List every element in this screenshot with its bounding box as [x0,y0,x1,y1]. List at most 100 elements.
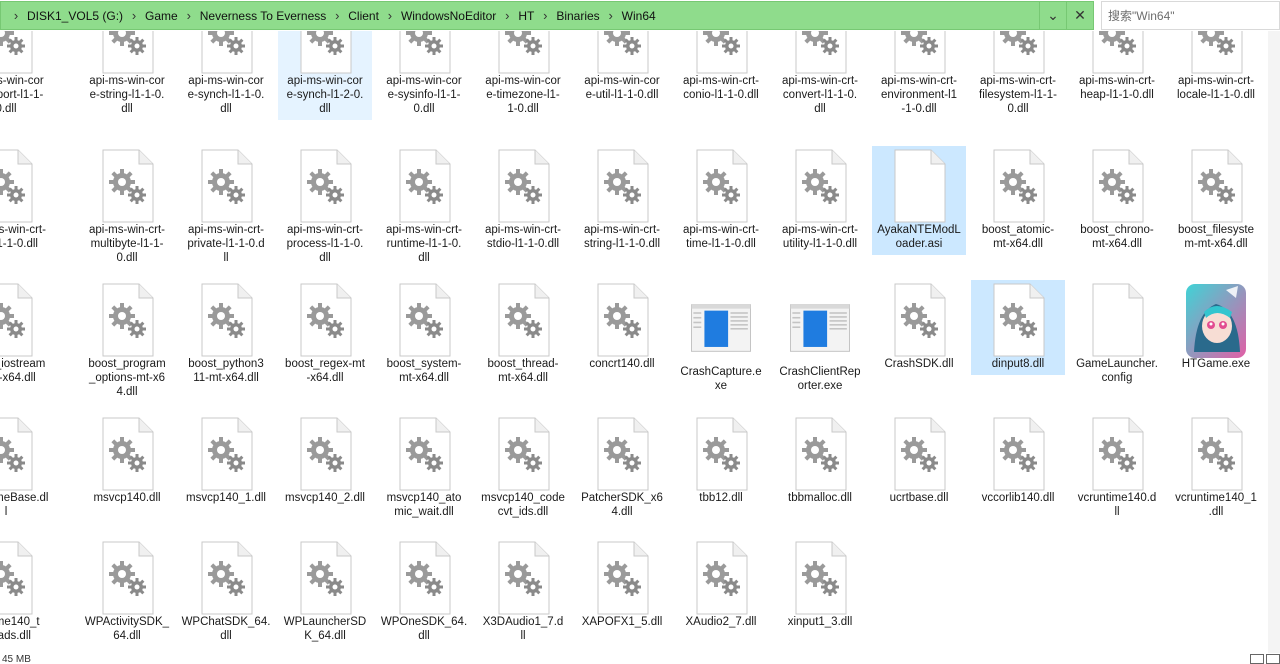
file-name: api-ms-win-cor e-sysinfo-l1-1- 0.dll [386,75,462,115]
file-item[interactable]: vccorlib140.dll [971,414,1065,509]
dll-file-icon [988,148,1048,224]
breadcrumb-label: HT [518,8,535,23]
file-item[interactable]: runtime140_t hreads.dll [0,538,53,647]
details-view-icon[interactable] [1250,654,1264,664]
breadcrumb-item[interactable]: HT [516,9,536,23]
dll-file-icon [790,540,850,616]
file-item[interactable]: boost_python3 11-mt-x64.dll [179,280,273,389]
chevron-right-icon[interactable]: › [602,8,620,23]
search-input[interactable] [1108,8,1279,23]
file-name: concrt140.dll [589,358,655,370]
dll-file-icon [592,282,652,358]
file-item[interactable]: api-ms-win-cor rtlsupport-l1-1- 0.dll [0,31,53,120]
chevron-right-icon[interactable]: › [125,8,143,23]
file-item[interactable]: vcruntime140.d ll [1070,414,1164,523]
file-item[interactable]: api-ms-win-crt- locale-l1-1-0.dll [1169,31,1263,106]
file-item[interactable]: concrt140.dll [575,280,669,375]
file-item[interactable]: api-ms-win-crt- string-l1-1-0.dll [575,146,669,255]
large-icons-view-icon[interactable] [1266,654,1280,664]
search-box[interactable] [1101,1,1280,30]
file-item[interactable]: xinput1_3.dll [773,538,867,633]
file-item[interactable]: api-ms-win-crt- heap-l1-1-0.dll [1070,31,1164,106]
file-item[interactable]: api-ms-win-crt- utility-l1-1-0.dll [773,146,867,255]
address-history-dropdown-icon[interactable]: ⌄ [1039,2,1066,29]
file-item[interactable]: X3DAudio1_7.d ll [476,538,570,647]
breadcrumb-item[interactable]: Neverness To Everness [198,9,329,23]
file-item[interactable]: api-ms-win-cor e-synch-l1-1-0. dll [179,31,273,120]
dll-file-icon [493,282,553,358]
file-item[interactable]: api-ms-win-cor e-util-l1-1-0.dll [575,31,669,106]
file-item[interactable]: msvcp140_code cvt_ids.dll [476,414,570,523]
file-item[interactable]: api-ms-win-crt- runtime-l1-1-0. dll [377,146,471,269]
chevron-right-icon[interactable]: › [180,8,198,23]
file-item[interactable]: CrashClientRep orter.exe [773,280,867,397]
vertical-scrollbar[interactable] [1268,31,1280,653]
chevron-right-icon[interactable]: › [7,8,25,23]
chevron-right-icon[interactable]: › [328,8,346,23]
file-item[interactable]: WPActivitySDK_ 64.dll [80,538,174,647]
breadcrumb-item[interactable]: Client [346,9,381,23]
file-item[interactable]: api-ms-win-crt- conio-l1-1-0.dll [674,31,768,106]
file-item[interactable]: msvcp140_2.dll [278,414,372,509]
file-item[interactable]: api-ms-win-crt- filesystem-l1-1- 0.dll [971,31,1065,120]
chevron-right-icon[interactable]: › [536,8,554,23]
file-item[interactable]: tbbmalloc.dll [773,414,867,509]
dll-file-icon [295,148,355,224]
file-item[interactable]: boost_thread- mt-x64.dll [476,280,570,389]
file-item[interactable]: WPChatSDK_64. dll [179,538,273,647]
file-item[interactable]: api-ms-win-crt- time-l1-1-0.dll [674,146,768,255]
file-item[interactable]: msvcp140.dll [80,414,174,509]
breadcrumb-item[interactable]: Binaries [554,9,601,23]
dll-file-icon [592,416,652,492]
breadcrumb-item[interactable]: Win64 [620,9,658,23]
address-bar[interactable]: › DISK1_VOL5 (G:) › Game › Neverness To Evern… [0,1,1094,30]
file-item[interactable]: msvcp140_ato mic_wait.dll [377,414,471,523]
file-item[interactable]: boost_system- mt-x64.dll [377,280,471,389]
file-item[interactable]: api-ms-win-crt- environment-l1 -1-0.dll [872,31,966,120]
file-item[interactable]: HTGame.exe [1169,280,1263,375]
file-item[interactable]: XAudio2_7.dll [674,538,768,633]
file-item[interactable]: PatcherSDK_x6 4.dll [575,414,669,523]
file-item[interactable]: GameLauncher. config [1070,280,1164,389]
file-item[interactable]: boost_filesyste m-mt-x64.dll [1169,146,1263,255]
file-item[interactable]: HTGameBase.dl l [0,414,53,523]
file-item[interactable]: api-ms-win-cor e-timezone-l1- 1-0.dll [476,31,570,120]
breadcrumb-item[interactable]: DISK1_VOL5 (G:) [25,9,125,23]
dll-file-icon [691,31,751,75]
file-item[interactable]: boost_atomic- mt-x64.dll [971,146,1065,255]
file-item[interactable]: vcruntime140_1 .dll [1169,414,1263,523]
file-item[interactable]: boost_regex-mt -x64.dll [278,280,372,389]
file-name: ucrtbase.dll [889,492,949,504]
file-item[interactable]: boost_chrono- mt-x64.dll [1070,146,1164,255]
file-item[interactable]: api-ms-win-cor e-synch-l1-2-0. dll [278,31,372,120]
file-item[interactable]: CrashCapture.e xe [674,280,768,397]
file-item[interactable]: -api-ms-win-crt- ath-l1-1-0.dll [0,146,53,255]
chevron-right-icon[interactable]: › [381,8,399,23]
file-item[interactable]: dinput8.dll [971,280,1065,375]
file-item[interactable]: api-ms-win-crt- convert-l1-1-0. dll [773,31,867,120]
file-item[interactable]: WPOneSDK_64. dll [377,538,471,647]
file-item[interactable]: boost_program _options-mt-x6 4.dll [80,280,174,403]
file-item[interactable]: api-ms-win-crt- stdio-l1-1-0.dll [476,146,570,255]
chevron-right-icon[interactable]: › [498,8,516,23]
file-item[interactable]: tbb12.dll [674,414,768,509]
file-item[interactable]: api-ms-win-crt- multibyte-l1-1- 0.dll [80,146,174,269]
file-item[interactable]: XAPOFX1_5.dll [575,538,669,633]
file-item[interactable]: WPLauncherSD K_64.dll [278,538,372,647]
dll-file-icon [691,416,751,492]
file-item[interactable]: msvcp140_1.dll [179,414,273,509]
file-name: api-ms-win-crt- convert-l1-1-0. dll [781,75,859,115]
breadcrumb-item[interactable]: Game [143,9,180,23]
close-icon[interactable]: ✕ [1066,2,1093,29]
file-item[interactable]: AyakaNTEModL oader.asi [872,146,966,255]
dll-file-icon [592,148,652,224]
file-item[interactable]: api-ms-win-cor e-string-l1-1-0. dll [80,31,174,120]
breadcrumb-item[interactable]: WindowsNoEditor [399,9,498,23]
file-item[interactable]: api-ms-win-crt- private-l1-1-0.d ll [179,146,273,269]
file-item[interactable]: boost_iostream s-mt-x64.dll [0,280,53,389]
file-item[interactable]: CrashSDK.dll [872,280,966,375]
file-item[interactable]: api-ms-win-crt- process-l1-1-0. dll [278,146,372,269]
file-item[interactable]: api-ms-win-cor e-sysinfo-l1-1- 0.dll [377,31,471,120]
file-item[interactable]: ucrtbase.dll [872,414,966,509]
dll-file-icon [1186,31,1246,75]
